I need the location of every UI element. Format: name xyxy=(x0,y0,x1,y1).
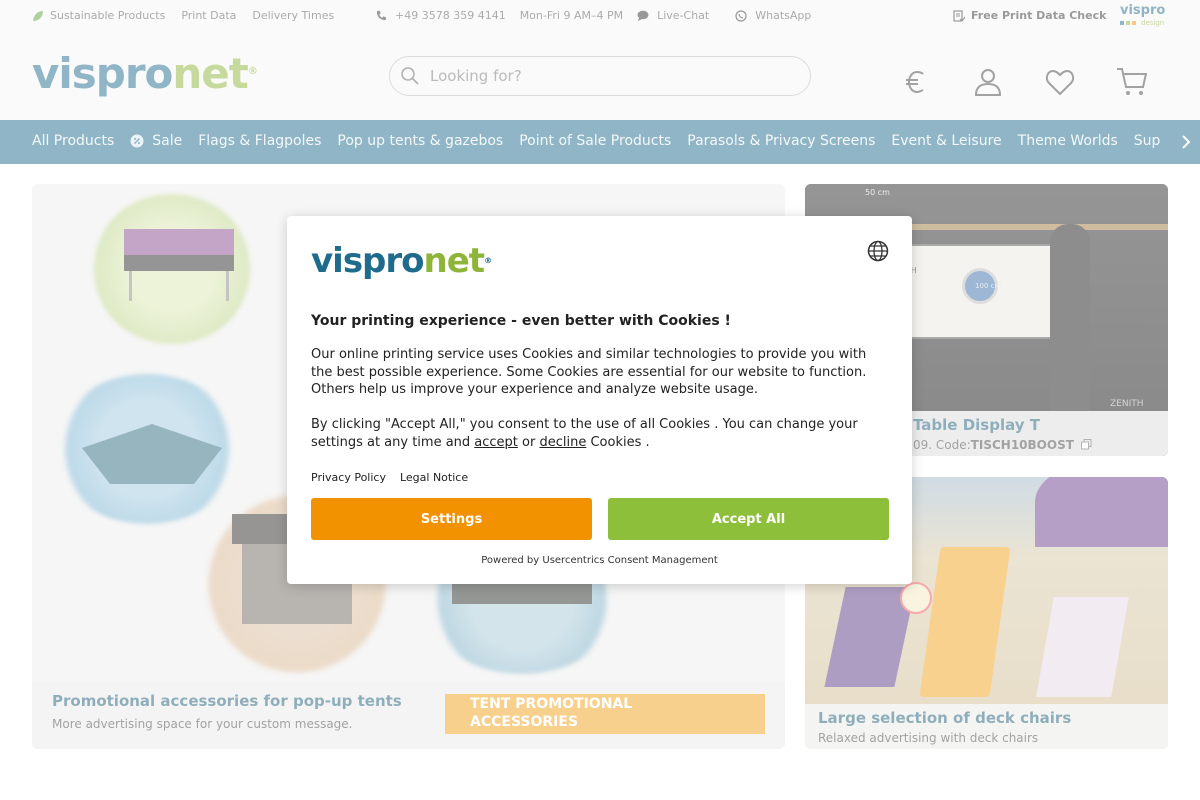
modal-logo: vispronet® xyxy=(311,241,492,281)
powered-by-text: Powered by Usercentrics Consent Manageme… xyxy=(481,555,718,566)
accept-all-button[interactable]: Accept All xyxy=(608,498,889,540)
legal-notice-link[interactable]: Legal Notice xyxy=(400,471,468,484)
modal-paragraph-2: By clicking "Accept All," you consent to… xyxy=(311,417,858,450)
modal-paragraph-1: Our online printing service uses Cookies… xyxy=(311,347,867,397)
settings-button[interactable]: Settings xyxy=(311,498,592,540)
privacy-policy-link[interactable]: Privacy Policy xyxy=(311,471,386,484)
globe-icon[interactable] xyxy=(867,240,889,262)
modal-title: Your printing experience - even better w… xyxy=(311,313,731,329)
decline-link[interactable]: decline xyxy=(539,435,586,450)
accept-link[interactable]: accept xyxy=(474,435,518,450)
cookie-consent-dialog: vispronet® Your printing experience - ev… xyxy=(287,216,912,584)
